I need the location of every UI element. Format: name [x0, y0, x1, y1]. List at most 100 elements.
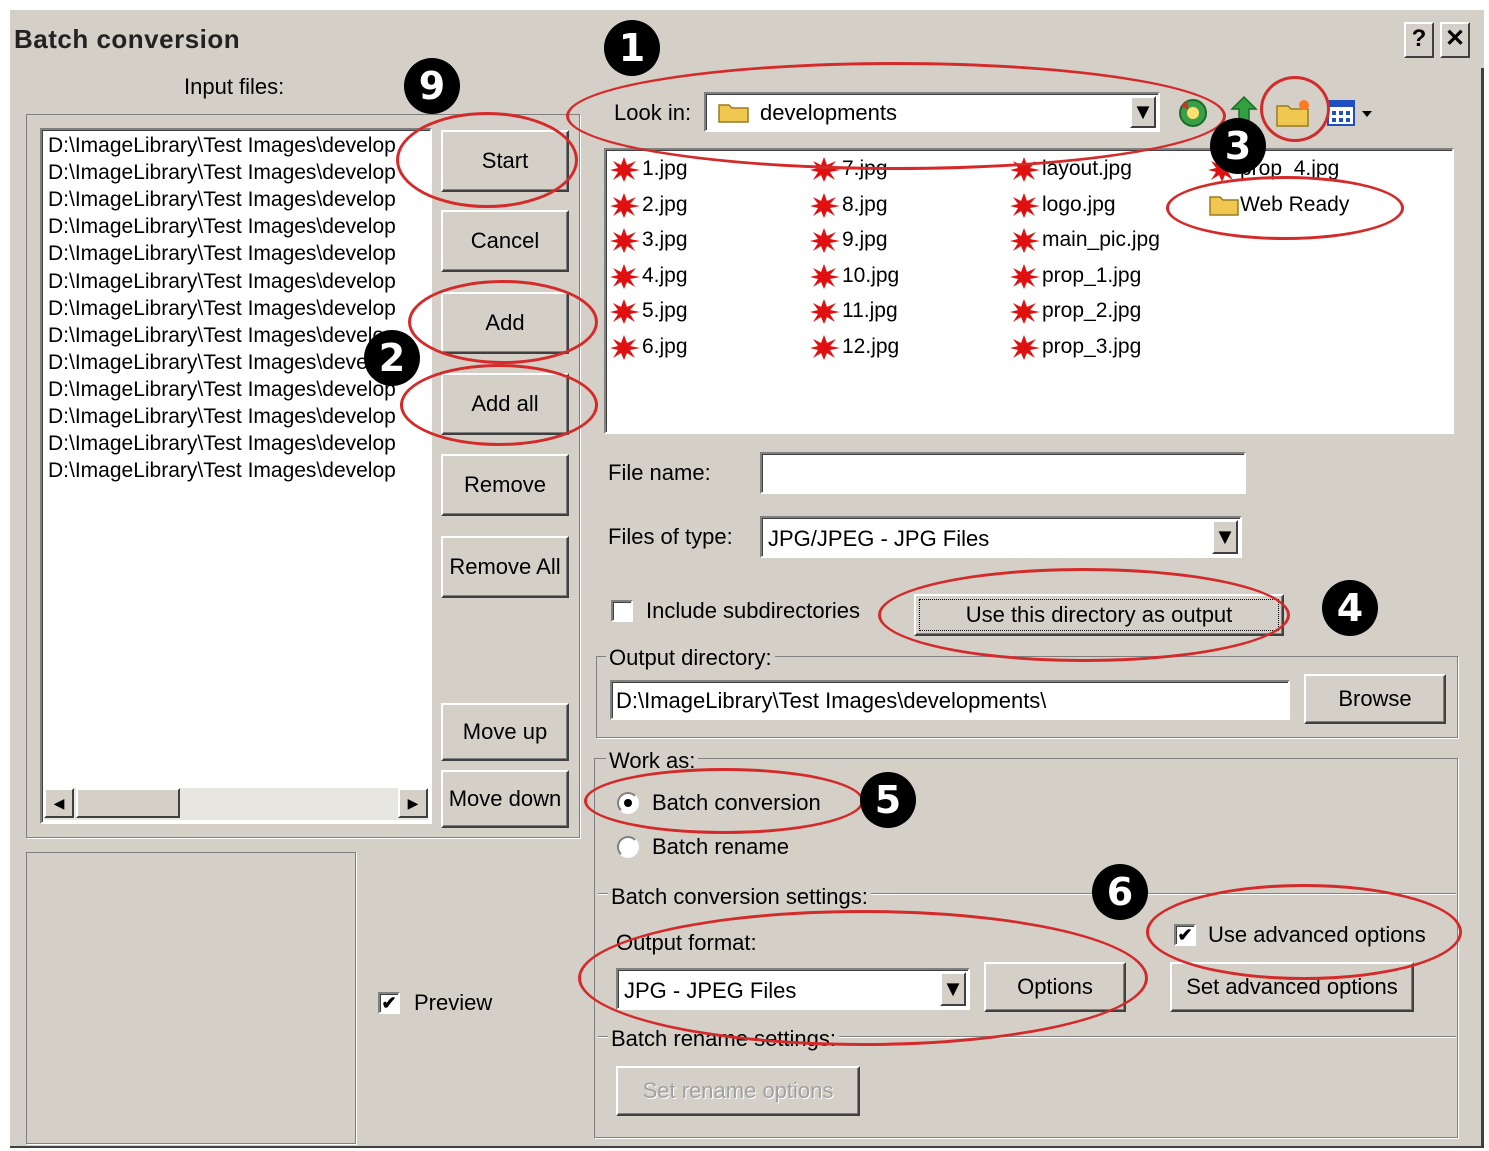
- set-advanced-options-button[interactable]: Set advanced options: [1170, 962, 1414, 1012]
- file-item-label: 3.jpg: [642, 228, 688, 251]
- look-in-label: Look in:: [614, 100, 692, 125]
- look-in-value: developments: [760, 100, 897, 125]
- file-item[interactable]: prop_2.jpg: [1010, 298, 1141, 324]
- batch-conversion-label: Batch conversion: [652, 790, 821, 815]
- input-file-item[interactable]: D:\ImageLibrary\Test Images\develop: [48, 378, 396, 402]
- file-item[interactable]: 10.jpg: [810, 263, 899, 289]
- output-directory-input[interactable]: D:\ImageLibrary\Test Images\developments…: [610, 680, 1290, 720]
- set-rename-options-button[interactable]: Set rename options: [616, 1066, 860, 1116]
- input-file-item[interactable]: D:\ImageLibrary\Test Images\develop: [48, 161, 396, 185]
- options-button[interactable]: Options: [984, 962, 1126, 1012]
- output-format-select[interactable]: JPG - JPEG Files ▼: [616, 968, 970, 1010]
- input-file-item[interactable]: D:\ImageLibrary\Test Images\develop: [48, 405, 396, 429]
- file-item-label: 1.jpg: [642, 157, 688, 180]
- cancel-button[interactable]: Cancel: [441, 210, 569, 272]
- input-file-item[interactable]: D:\ImageLibrary\Test Images\develop: [48, 134, 396, 158]
- file-item[interactable]: logo.jpg: [1010, 192, 1116, 218]
- file-item[interactable]: 2.jpg: [610, 192, 688, 218]
- file-item[interactable]: 4.jpg: [610, 263, 688, 289]
- file-browser-list[interactable]: 1.jpg 2.jpg 3.jpg 4.jpg 5.jpg 6.jpg 7.jpg 8.jpg…: [604, 148, 1454, 434]
- input-file-item[interactable]: D:\ImageLibrary\Test Images\develop: [48, 242, 396, 266]
- view-menu-icon[interactable]: [1326, 98, 1376, 128]
- remove-button[interactable]: Remove: [441, 454, 569, 516]
- file-item[interactable]: 6.jpg: [610, 334, 688, 360]
- annotation-badge-3: 3: [1210, 118, 1266, 174]
- close-button[interactable]: ✕: [1440, 22, 1470, 58]
- scroll-thumb[interactable]: [76, 788, 180, 818]
- scroll-left-icon[interactable]: ◀: [44, 788, 74, 818]
- input-file-item[interactable]: D:\ImageLibrary\Test Images\develop: [48, 432, 396, 456]
- batch-conversion-radio[interactable]: [617, 792, 639, 814]
- input-file-item[interactable]: D:\ImageLibrary\Test Images\develop: [48, 324, 396, 348]
- file-item[interactable]: prop_1.jpg: [1010, 263, 1141, 289]
- preview-checkbox[interactable]: ✔: [378, 992, 400, 1014]
- back-icon[interactable]: [1176, 96, 1210, 130]
- output-format-label: Output format:: [616, 930, 757, 955]
- annotation-badge-9: 9: [404, 58, 460, 114]
- file-item-label: prop_3.jpg: [1042, 335, 1142, 358]
- file-item[interactable]: 7.jpg: [810, 156, 888, 182]
- add-all-button[interactable]: Add all: [441, 373, 569, 435]
- help-button[interactable]: ?: [1404, 22, 1434, 58]
- preview-panel: [26, 852, 356, 1144]
- file-item[interactable]: 11.jpg: [810, 298, 898, 324]
- file-item-label: main_pic.jpg: [1042, 228, 1160, 251]
- remove-all-button[interactable]: Remove All: [441, 536, 569, 598]
- file-item[interactable]: prop_3.jpg: [1010, 334, 1141, 360]
- move-down-button[interactable]: Move down: [441, 770, 569, 828]
- jpg-file-icon: [1010, 228, 1040, 253]
- add-button[interactable]: Add: [441, 292, 569, 354]
- jpg-file-icon: [1010, 335, 1040, 360]
- files-of-type-select[interactable]: JPG/JPEG - JPG Files ▼: [760, 516, 1242, 558]
- file-item[interactable]: 3.jpg: [610, 227, 688, 253]
- file-item[interactable]: 12.jpg: [810, 334, 899, 360]
- input-file-item[interactable]: D:\ImageLibrary\Test Images\develop: [48, 351, 396, 375]
- file-item-label: Web Ready: [1240, 193, 1350, 216]
- input-file-item[interactable]: D:\ImageLibrary\Test Images\develop: [48, 459, 396, 483]
- use-advanced-options-label: Use advanced options: [1208, 922, 1426, 947]
- move-up-button[interactable]: Move up: [441, 703, 569, 761]
- input-file-item[interactable]: D:\ImageLibrary\Test Images\develop: [48, 297, 396, 321]
- new-folder-icon[interactable]: [1274, 96, 1314, 130]
- files-of-type-label: Files of type:: [608, 524, 733, 549]
- batch-rename-radio[interactable]: [617, 836, 639, 858]
- file-name-input[interactable]: [760, 452, 1246, 494]
- chevron-down-icon[interactable]: ▼: [1212, 520, 1238, 554]
- file-item[interactable]: 5.jpg: [610, 298, 688, 324]
- folder-item[interactable]: Web Ready: [1208, 192, 1349, 218]
- output-format-value: JPG - JPEG Files: [624, 978, 797, 1003]
- input-file-item[interactable]: D:\ImageLibrary\Test Images\develop: [48, 215, 396, 239]
- browse-button[interactable]: Browse: [1304, 674, 1446, 724]
- annotation-badge-2: 2: [364, 330, 420, 386]
- jpg-file-icon: [1010, 299, 1040, 324]
- use-directory-as-output-button[interactable]: Use this directory as output: [914, 594, 1284, 636]
- dialog-title: Batch conversion: [14, 24, 241, 54]
- scroll-right-icon[interactable]: ▶: [398, 788, 428, 818]
- use-advanced-options-checkbox[interactable]: ✔: [1174, 924, 1196, 946]
- chevron-down-icon[interactable]: ▼: [940, 972, 966, 1006]
- jpg-file-icon: [610, 264, 640, 289]
- jpg-file-icon: [610, 228, 640, 253]
- jpg-file-icon: [810, 193, 840, 218]
- chevron-down-icon[interactable]: ▼: [1130, 96, 1156, 128]
- file-item[interactable]: 8.jpg: [810, 192, 888, 218]
- file-item[interactable]: main_pic.jpg: [1010, 227, 1160, 253]
- jpg-file-icon: [610, 157, 640, 182]
- folder-icon: [1209, 196, 1239, 216]
- jpg-file-icon: [610, 193, 640, 218]
- file-item[interactable]: layout.jpg: [1010, 156, 1132, 182]
- jpg-file-icon: [810, 264, 840, 289]
- jpg-file-icon: [1010, 157, 1040, 182]
- start-button[interactable]: Start: [441, 130, 569, 192]
- work-as-label: Work as:: [606, 748, 699, 774]
- input-file-item[interactable]: D:\ImageLibrary\Test Images\develop: [48, 188, 396, 212]
- files-of-type-value: JPG/JPEG - JPG Files: [768, 526, 990, 551]
- input-file-list[interactable]: D:\ImageLibrary\Test Images\develop D:\Im…: [40, 128, 432, 824]
- file-item[interactable]: 9.jpg: [810, 227, 888, 253]
- look-in-combo[interactable]: developments ▼: [704, 92, 1160, 132]
- file-item-label: 5.jpg: [642, 299, 688, 322]
- horizontal-scrollbar[interactable]: ◀ ▶: [44, 788, 428, 820]
- include-subdirectories-checkbox[interactable]: [611, 600, 633, 622]
- file-item[interactable]: 1.jpg: [610, 156, 688, 182]
- input-file-item[interactable]: D:\ImageLibrary\Test Images\develop: [48, 270, 396, 294]
